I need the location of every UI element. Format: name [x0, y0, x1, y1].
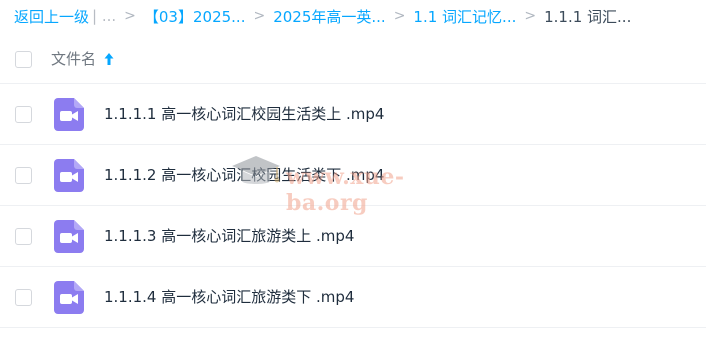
breadcrumb: 返回上一级 | ... > 【03】2025... > 2025年高一英... …: [14, 5, 631, 27]
breadcrumb-item-3[interactable]: 1.1 词汇记忆...: [413, 6, 516, 27]
breadcrumb-ellipsis[interactable]: | ...: [92, 7, 116, 25]
video-file-icon: [54, 159, 84, 192]
row-checkbox[interactable]: [15, 228, 32, 245]
file-name[interactable]: 1.1.1.4 高一核心词汇旅游类下 .mp4: [104, 286, 354, 307]
breadcrumb-item-2[interactable]: 2025年高一英...: [273, 6, 385, 27]
name-column-header[interactable]: 文件名: [51, 48, 115, 69]
chevron-right-icon: >: [524, 8, 537, 24]
breadcrumb-current: 1.1.1 词汇...: [544, 7, 632, 26]
chevron-right-icon: >: [253, 8, 266, 24]
row-checkbox[interactable]: [15, 106, 32, 123]
breadcrumb-item-1[interactable]: 【03】2025...: [144, 6, 246, 27]
name-column-label: 文件名: [51, 50, 97, 68]
video-file-icon: [54, 281, 84, 314]
row-checkbox[interactable]: [15, 167, 32, 184]
file-browser: 返回上一级 | ... > 【03】2025... > 2025年高一英... …: [0, 0, 706, 357]
list-item[interactable]: 1.1.1.2 高一核心词汇校园生活类下 .mp4: [0, 144, 706, 205]
list-item[interactable]: 1.1.1.1 高一核心词汇校园生活类上 .mp4: [0, 83, 706, 144]
back-link[interactable]: 返回上一级: [14, 6, 89, 27]
file-name[interactable]: 1.1.1.1 高一核心词汇校园生活类上 .mp4: [104, 103, 384, 124]
list-end-divider: [0, 327, 706, 357]
chevron-right-icon: >: [124, 8, 136, 24]
file-name[interactable]: 1.1.1.3 高一核心词汇旅游类上 .mp4: [104, 225, 354, 246]
list-item[interactable]: 1.1.1.4 高一核心词汇旅游类下 .mp4: [0, 266, 706, 327]
file-name[interactable]: 1.1.1.2 高一核心词汇校园生活类下 .mp4: [104, 164, 384, 185]
chevron-right-icon: >: [393, 8, 406, 24]
list-item[interactable]: 1.1.1.3 高一核心词汇旅游类上 .mp4: [0, 205, 706, 266]
video-file-icon: [54, 220, 84, 253]
video-file-icon: [54, 98, 84, 131]
row-checkbox[interactable]: [15, 289, 32, 306]
select-all-checkbox[interactable]: [15, 51, 32, 68]
list-header: 文件名: [0, 40, 706, 78]
sort-ascending-icon: [104, 52, 114, 65]
